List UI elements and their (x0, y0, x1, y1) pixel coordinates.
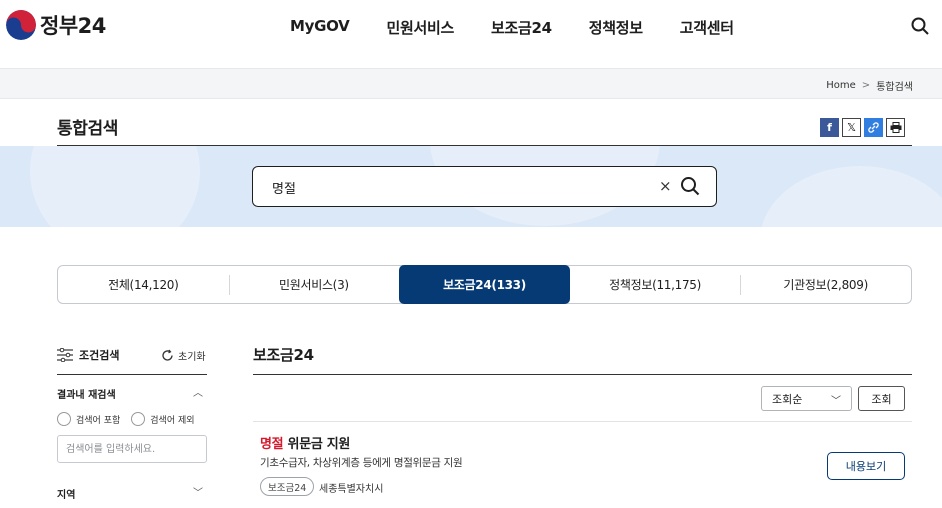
decorative-shape (30, 146, 200, 227)
tab-policy-info[interactable]: 정책정보(11,175) (570, 266, 741, 303)
sort-select[interactable]: 조회순 ﹀ (761, 386, 852, 411)
site-header: 정부24 MyGOV 민원서비스 보조금24 정책정보 고객센터 (0, 0, 942, 68)
sort-value: 조회순 (772, 392, 803, 406)
logo[interactable]: 정부24 (6, 10, 106, 40)
sidebar-divider (57, 374, 207, 375)
taegeuk-icon (6, 10, 36, 40)
search-icon[interactable] (911, 17, 929, 35)
result-divider (253, 421, 912, 422)
results-divider (253, 374, 912, 375)
result-title[interactable]: 명절 위문금 지원 (260, 433, 350, 452)
search-input[interactable]: 명절 × (252, 166, 717, 207)
result-category-tag: 보조금24 (260, 477, 315, 496)
results-heading: 보조금24 (253, 346, 314, 364)
exclude-radio[interactable] (131, 412, 146, 426)
query-button[interactable]: 조회 (858, 386, 905, 411)
decorative-shape (760, 166, 942, 227)
reset-label: 초기화 (178, 352, 206, 363)
breadcrumb-bar: Home > 통합검색 (0, 68, 942, 99)
nav-item-subsidy24[interactable]: 보조금24 (491, 17, 552, 38)
exclude-label: 검색어 제외 (150, 415, 195, 426)
category-tabs: 전체(14,120) 민원서비스(3) 보조금24(133) 정책정보(11,1… (57, 265, 912, 304)
reset-button[interactable]: 초기화 (161, 348, 206, 363)
filter-sidebar: 조건검색 초기화 결과내 재검색 ︿ 검색어 포함 검색어 제외 지역 ﹀ (57, 340, 207, 501)
nav-item-customer-center[interactable]: 고객센터 (680, 17, 734, 38)
breadcrumb-home[interactable]: Home (826, 80, 856, 91)
breadcrumb-current: 통합검색 (876, 82, 913, 93)
result-title-highlight: 명절 (260, 437, 284, 452)
nav-item-mygov[interactable]: MyGOV (290, 17, 350, 38)
facebook-icon[interactable]: f (820, 118, 839, 137)
link-icon[interactable] (864, 118, 883, 137)
refine-options: 검색어 포함 검색어 제외 (57, 412, 195, 426)
result-description: 기초수급자, 차상위계층 등에게 명절위문금 지원 (260, 457, 463, 469)
refine-search-title: 결과내 재검색 (57, 390, 116, 401)
nav-item-policy-info[interactable]: 정책정보 (589, 17, 643, 38)
print-icon[interactable] (886, 118, 905, 137)
tab-all[interactable]: 전체(14,120) (58, 266, 229, 303)
main-nav: MyGOV 민원서비스 보조금24 정책정보 고객센터 (290, 17, 771, 38)
share-buttons: f 𝕏 (820, 118, 908, 137)
x-icon[interactable]: 𝕏 (842, 118, 861, 137)
chevron-down-icon[interactable]: ﹀ (193, 484, 203, 499)
region-title: 지역 (57, 490, 76, 501)
filter-icon (57, 348, 73, 362)
result-organization: 세종특별자치시 (319, 484, 384, 495)
result-title-rest: 위문금 지원 (283, 437, 351, 452)
breadcrumb: Home > 통합검색 (826, 78, 913, 93)
tab-agency-info[interactable]: 기관정보(2,809) (740, 266, 911, 303)
search-query[interactable]: 명절 (272, 178, 296, 197)
breadcrumb-separator: > (861, 80, 871, 91)
tab-civil-service[interactable]: 민원서비스(3) (228, 266, 400, 303)
chevron-down-icon: ﹀ (831, 396, 841, 407)
refresh-icon (162, 349, 173, 361)
include-radio[interactable] (57, 412, 71, 426)
tab-subsidy24[interactable]: 보조금24(133) (399, 265, 570, 304)
view-detail-button[interactable]: 내용보기 (827, 452, 905, 480)
filter-title: 조건검색 (79, 349, 120, 362)
refine-search-input[interactable] (57, 435, 207, 463)
page-title: 통합검색 (57, 119, 118, 139)
chevron-up-icon[interactable]: ︿ (193, 384, 203, 399)
clear-icon[interactable]: × (659, 177, 672, 195)
include-label: 검색어 포함 (76, 415, 121, 426)
nav-item-civil-service[interactable]: 민원서비스 (386, 17, 454, 38)
search-icon[interactable] (680, 176, 700, 196)
logo-text: 정부24 (40, 14, 106, 38)
